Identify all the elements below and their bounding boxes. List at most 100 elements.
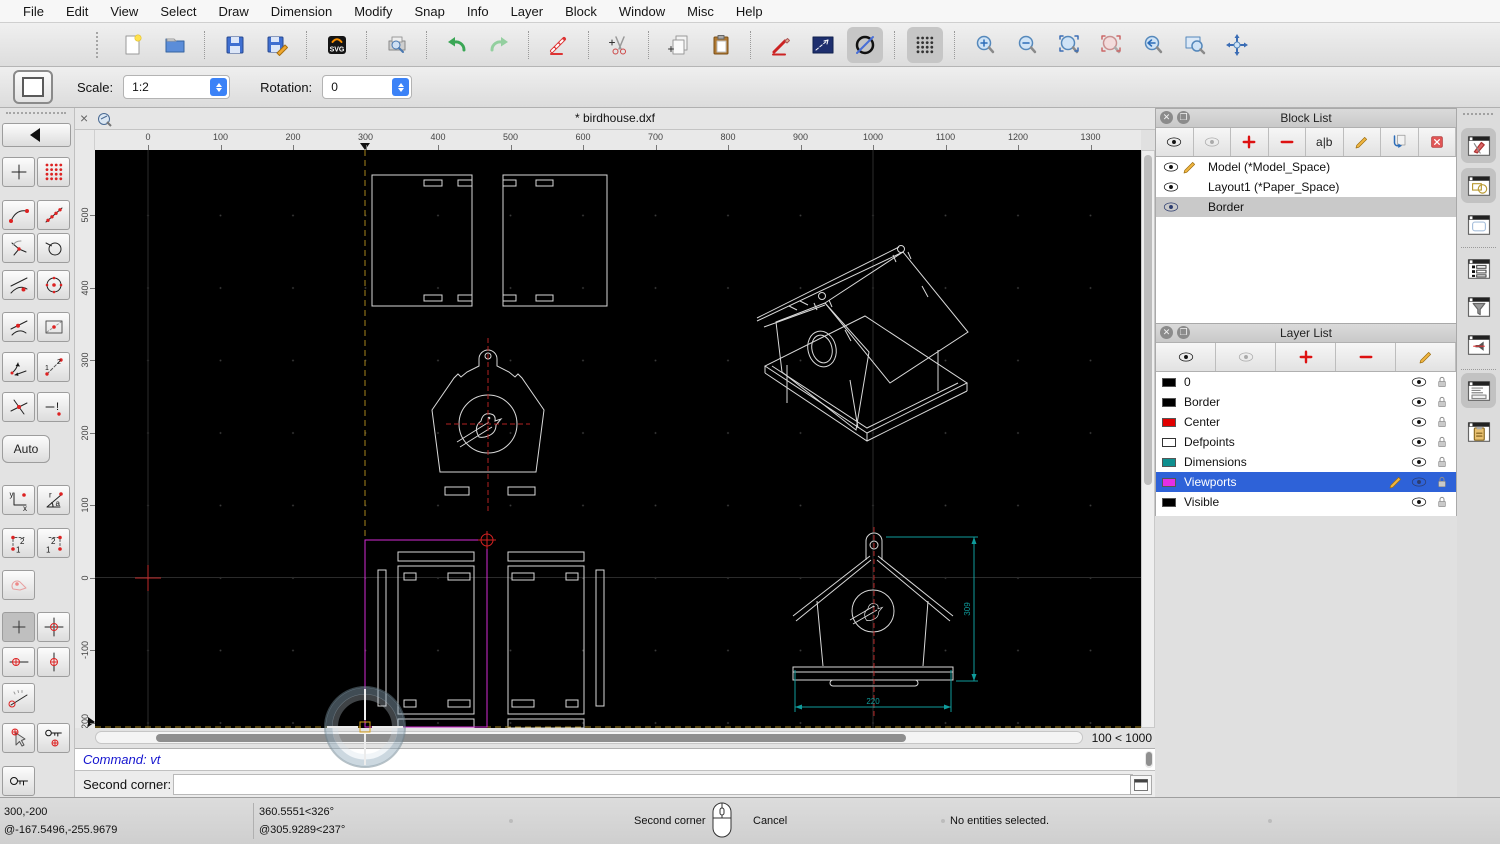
menu-select[interactable]: Select xyxy=(149,4,207,19)
layer-list-item[interactable]: Defpoints xyxy=(1156,432,1456,452)
menu-view[interactable]: View xyxy=(99,4,149,19)
menu-window[interactable]: Window xyxy=(608,4,676,19)
visibility-eye-icon[interactable] xyxy=(1410,493,1428,511)
zoom-out-icon[interactable] xyxy=(1009,27,1045,63)
lock-icon[interactable] xyxy=(1434,414,1450,430)
command-input[interactable] xyxy=(173,774,1133,795)
relative-zero-lock-icon[interactable] xyxy=(2,766,35,796)
new-document-icon[interactable] xyxy=(115,27,151,63)
menu-dimension[interactable]: Dimension xyxy=(260,4,343,19)
drawing-canvas[interactable]: 309 220 xyxy=(95,150,1141,728)
snap-reference-icon[interactable] xyxy=(37,312,70,342)
remove-block-icon[interactable] xyxy=(1269,128,1306,156)
viewport-toggle-button[interactable] xyxy=(13,70,53,104)
snap-tangent-icon[interactable] xyxy=(2,270,35,300)
dock-shapes-panel-icon[interactable] xyxy=(1461,168,1496,203)
back-icon[interactable] xyxy=(2,123,71,147)
horizontal-scrollbar[interactable] xyxy=(95,731,1083,744)
zoom-pan-icon[interactable] xyxy=(1219,27,1255,63)
visibility-eye-icon[interactable] xyxy=(1410,373,1428,391)
visibility-eye-icon[interactable] xyxy=(1410,433,1428,451)
visibility-eye-icon[interactable] xyxy=(1162,158,1180,176)
snap-endpoints-icon[interactable] xyxy=(2,200,35,230)
scrollbar-thumb[interactable] xyxy=(1144,155,1152,485)
dock-filter-panel-icon[interactable] xyxy=(1461,289,1496,324)
command-window-toggle-icon[interactable] xyxy=(1130,775,1152,795)
visibility-eye-icon[interactable] xyxy=(1162,178,1180,196)
save-as-icon[interactable] xyxy=(259,27,295,63)
lock-icon[interactable] xyxy=(1434,394,1450,410)
menu-draw[interactable]: Draw xyxy=(207,4,259,19)
menu-block[interactable]: Block xyxy=(554,4,608,19)
insert-block-icon[interactable] xyxy=(1381,128,1419,156)
snap-free-icon[interactable] xyxy=(2,157,35,187)
zoom-auto-icon[interactable] xyxy=(1051,27,1087,63)
scrollbar-thumb[interactable] xyxy=(1146,752,1152,766)
zoom-in-icon[interactable] xyxy=(967,27,1003,63)
menu-modify[interactable]: Modify xyxy=(343,4,403,19)
export-svg-icon[interactable]: SVG xyxy=(319,27,355,63)
menu-snap[interactable]: Snap xyxy=(404,4,456,19)
layer-list-item[interactable]: Border xyxy=(1156,392,1456,412)
menu-misc[interactable]: Misc xyxy=(676,4,725,19)
draft-mode-icon[interactable] xyxy=(847,26,883,63)
visibility-eye-icon[interactable] xyxy=(1410,413,1428,431)
auto-snap-button[interactable]: Auto xyxy=(2,435,50,463)
layer-list-item[interactable]: Center xyxy=(1156,412,1456,432)
menu-file[interactable]: File xyxy=(12,4,55,19)
rotation-combo[interactable]: 0 xyxy=(322,75,413,99)
zoom-previous-icon[interactable] xyxy=(1093,27,1129,63)
snap-intersection-icon[interactable] xyxy=(2,233,35,263)
copy-icon[interactable] xyxy=(661,27,697,63)
grid-toggle-icon[interactable] xyxy=(907,26,943,63)
open-file-icon[interactable] xyxy=(157,27,193,63)
show-all-blocks-icon[interactable] xyxy=(1156,128,1194,156)
zoom-window-icon[interactable] xyxy=(1177,27,1213,63)
coord-cartesian-icon[interactable]: yx xyxy=(2,485,35,515)
add-layer-icon[interactable] xyxy=(1276,343,1336,371)
dock-command-panel-icon[interactable] xyxy=(1461,373,1496,408)
snap-intersection-manual-icon[interactable]: ! xyxy=(37,392,70,422)
snap-on-entity-icon[interactable] xyxy=(37,200,70,230)
cut-icon[interactable] xyxy=(601,27,637,63)
dock-blank-panel-icon[interactable] xyxy=(1461,207,1496,242)
restrict-orthogonal-icon[interactable] xyxy=(2,352,35,382)
corner-first-icon[interactable]: 12 xyxy=(2,528,35,558)
edit-block-icon[interactable] xyxy=(1344,128,1381,156)
hide-all-layers-icon[interactable] xyxy=(1216,343,1276,371)
paste-icon[interactable] xyxy=(703,27,739,63)
show-all-layers-icon[interactable] xyxy=(1156,343,1216,371)
vertical-scrollbar[interactable] xyxy=(1141,150,1155,728)
delete-block-icon[interactable] xyxy=(1419,128,1456,156)
visibility-eye-icon[interactable] xyxy=(1162,198,1180,216)
menu-edit[interactable]: Edit xyxy=(55,4,99,19)
hide-all-blocks-icon[interactable] xyxy=(1194,128,1231,156)
visibility-eye-icon[interactable] xyxy=(1410,453,1428,471)
menu-info[interactable]: Info xyxy=(456,4,500,19)
line-attributes-icon[interactable] xyxy=(805,27,841,63)
pen-attributes-icon[interactable] xyxy=(763,27,799,63)
layer-list-item[interactable]: Viewports xyxy=(1156,472,1456,492)
block-list-item[interactable]: Border xyxy=(1156,197,1456,217)
block-list-item[interactable]: Layout1 (*Paper_Space) xyxy=(1156,177,1456,197)
menu-help[interactable]: Help xyxy=(725,4,774,19)
scrollbar-thumb[interactable] xyxy=(156,734,906,742)
layer-list-item[interactable]: Visible xyxy=(1156,492,1456,512)
stepper-icon[interactable] xyxy=(210,78,228,96)
block-list-item[interactable]: Model (*Model_Space) xyxy=(1156,157,1456,177)
dock-clipboard-panel-icon[interactable] xyxy=(1461,414,1496,449)
lock-icon[interactable] xyxy=(1434,474,1450,490)
dock-library-panel-icon[interactable] xyxy=(1461,128,1496,163)
menu-layer[interactable]: Layer xyxy=(500,4,555,19)
dock-render-panel-icon[interactable] xyxy=(1461,327,1496,362)
add-block-icon[interactable] xyxy=(1231,128,1269,156)
relative-plus-icon[interactable] xyxy=(2,612,35,642)
redo-icon[interactable] xyxy=(481,27,517,63)
stepper-icon[interactable] xyxy=(392,78,410,96)
angle-indicator-icon[interactable] xyxy=(2,683,35,713)
select-target-icon[interactable] xyxy=(2,723,35,753)
print-preview-icon[interactable] xyxy=(379,27,415,63)
lock-icon[interactable] xyxy=(1434,434,1450,450)
lock-icon[interactable] xyxy=(1434,494,1450,510)
delete-icon[interactable] xyxy=(541,27,577,63)
